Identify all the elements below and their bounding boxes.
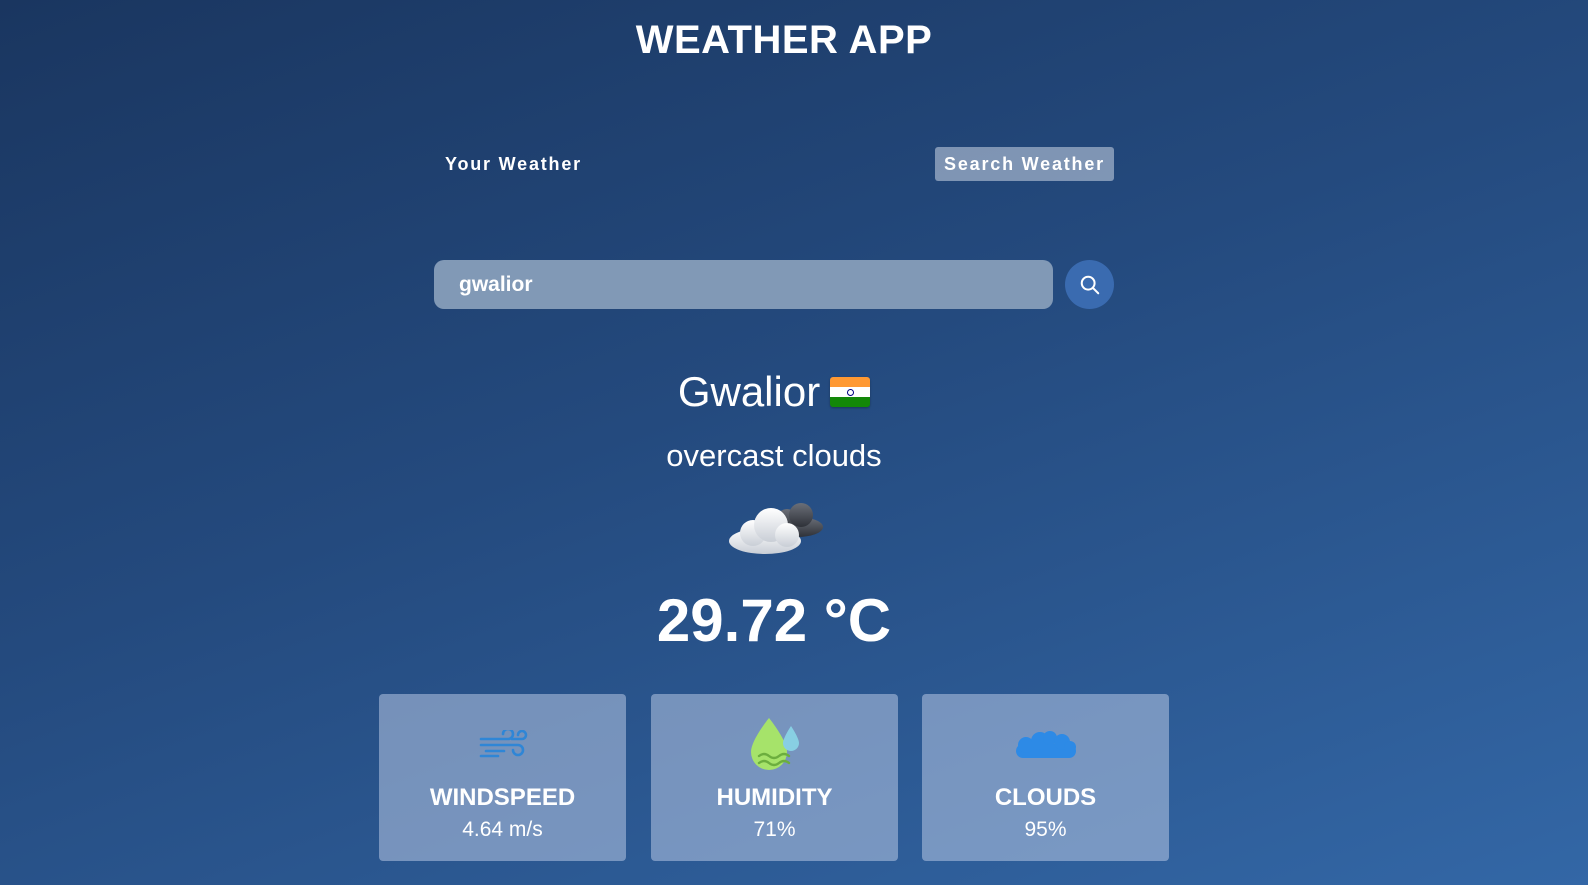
app-title: WEATHER APP (635, 18, 933, 62)
humidity-icon (750, 718, 799, 770)
clouds-value: 95% (1024, 818, 1067, 841)
weather-description: overcast clouds (666, 438, 882, 473)
search-icon (1080, 275, 1099, 294)
windspeed-label: WINDSPEED (429, 784, 576, 811)
wind-icon (479, 730, 527, 758)
windspeed-card: WINDSPEED 4.64 m/s (379, 694, 626, 861)
windspeed-value: 4.64 m/s (462, 818, 543, 841)
search-input[interactable] (434, 260, 1053, 309)
city-name: Gwalior (677, 368, 821, 415)
tab-search-weather[interactable]: Search Weather (935, 147, 1114, 181)
temperature: 29.72 °C (656, 587, 892, 654)
clouds-card: CLOUDS 95% (922, 694, 1169, 861)
tab-your-weather[interactable]: Your Weather (435, 147, 592, 181)
india-flag-icon (830, 377, 871, 407)
clouds-label: CLOUDS (994, 784, 1097, 811)
humidity-card: HUMIDITY 71% (651, 694, 898, 861)
search-button[interactable] (1065, 260, 1114, 309)
humidity-label: HUMIDITY (716, 784, 833, 811)
overcast-clouds-icon (729, 503, 823, 554)
humidity-value: 71% (753, 818, 796, 841)
city-row: Gwalior (0, 368, 1548, 416)
cloud-icon (1015, 731, 1076, 758)
